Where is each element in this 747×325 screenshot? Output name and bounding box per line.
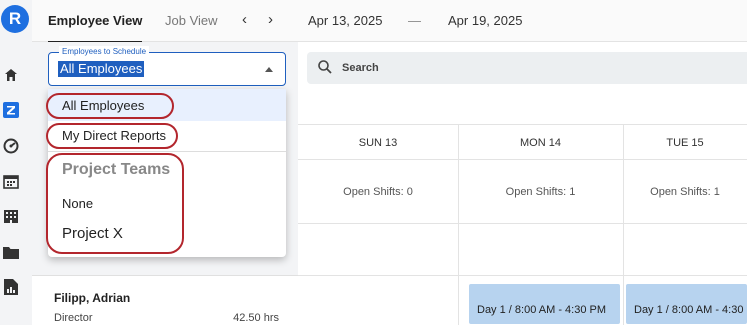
- employee-shift-row: Day 1 / 8:00 AM - 4:30 PM Day 1 / 8:00 A…: [298, 276, 747, 325]
- option-my-direct-reports[interactable]: My Direct Reports: [48, 121, 286, 151]
- day-header: MON 14: [520, 137, 561, 149]
- next-week-button[interactable]: ›: [268, 11, 273, 28]
- select-legend: Employees to Schedule: [59, 46, 150, 58]
- column-divider: [458, 124, 459, 325]
- caret-up-icon[interactable]: [265, 67, 273, 72]
- date-start[interactable]: Apr 13, 2025: [308, 13, 382, 28]
- date-end[interactable]: Apr 19, 2025: [448, 13, 522, 28]
- option-label: My Direct Reports: [62, 128, 167, 143]
- employee-hours: 42.50 hrs: [233, 312, 279, 324]
- employee-filter-dropdown: All Employees My Direct Reports Project …: [48, 89, 286, 257]
- option-all-employees[interactable]: All Employees: [48, 89, 286, 121]
- employee-row[interactable]: Filipp, Adrian Director 42.50 hrs: [32, 275, 298, 325]
- option-label: Project X: [62, 225, 123, 242]
- report-icon[interactable]: [2, 278, 20, 296]
- day-header-row: SUN 13 MON 14 TUE 15: [298, 124, 747, 160]
- day-header: TUE 15: [666, 137, 704, 149]
- search-icon: [317, 59, 333, 75]
- tab-job-view[interactable]: Job View: [165, 13, 218, 28]
- employee-name[interactable]: Filipp, Adrian: [54, 291, 130, 305]
- employee-title: Director: [54, 312, 93, 324]
- dashboard-icon[interactable]: [2, 137, 20, 155]
- select-value: All Employees: [58, 61, 145, 77]
- top-bar: Employee View Job View ‹ › Apr 13, 2025 …: [32, 0, 747, 43]
- prev-week-button[interactable]: ‹: [242, 11, 247, 28]
- date-separator: —: [408, 13, 421, 28]
- option-label: All Employees: [62, 98, 145, 113]
- search-input[interactable]: Search: [342, 62, 379, 74]
- open-shifts-count[interactable]: Open Shifts: 0: [298, 186, 458, 198]
- divider: [48, 151, 286, 152]
- open-shifts-count[interactable]: Open Shifts: 1: [458, 186, 623, 198]
- schedule-grid: SUN 13 MON 14 TUE 15 Open Shifts: 0 Open…: [298, 94, 747, 325]
- building-icon[interactable]: [2, 207, 20, 225]
- open-shifts-row: Open Shifts: 0 Open Shifts: 1 Open Shift…: [298, 160, 747, 224]
- home-icon[interactable]: [2, 66, 20, 84]
- column-divider: [623, 124, 624, 325]
- employees-to-schedule-select[interactable]: Employees to Schedule All Employees: [48, 46, 286, 86]
- blank-row: [298, 224, 747, 276]
- option-label: None: [62, 196, 94, 211]
- shift-block[interactable]: Day 1 / 8:00 AM - 4:30: [626, 284, 747, 324]
- day-header: SUN 13: [358, 137, 398, 149]
- folder-icon[interactable]: [2, 243, 20, 261]
- side-rail: R: [0, 0, 32, 325]
- open-shifts-count[interactable]: Open Shifts: 1: [623, 186, 747, 198]
- z-app-icon[interactable]: [2, 101, 20, 119]
- logo-icon[interactable]: R: [1, 5, 29, 33]
- shift-block[interactable]: Day 1 / 8:00 AM - 4:30 PM: [469, 284, 620, 324]
- search-bar[interactable]: Search: [307, 52, 747, 84]
- group-label: Project Teams: [62, 161, 171, 178]
- tab-employee-view[interactable]: Employee View: [48, 13, 143, 43]
- calendar-icon[interactable]: [2, 172, 20, 190]
